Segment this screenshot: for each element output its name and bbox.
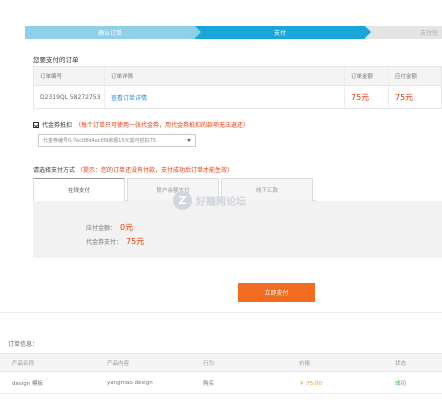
payment-method-label: 请选择支付方式 [33,167,76,174]
header-status: 状态 [395,360,407,367]
header-order-no: 订单编号 [40,74,63,80]
order-table-header: 订单编号 订单详情 订单金额 应付金额 [34,67,441,86]
step-payment: 支付 [195,26,371,39]
voucher-pay-row: 代金券支付： 75元 [86,236,144,247]
payment-method-note: （提示：您的订单还没有付款，支付成功后订单才能生效） [76,167,233,174]
watermark-logo-icon: Z [173,191,192,210]
voucher-pay-label: 代金券支付： [86,239,123,246]
order-section-title: 您要支付的订单 [33,56,79,64]
watermark-text: 好赚网论坛 [196,197,246,208]
step-confirm-order: 确认订单 [25,26,201,39]
header-price: 价格 [299,360,311,367]
step-label: 确认订单 [97,30,122,37]
voucher-note: （每个订单只可使用一张代金券，用代金券抵扣的款项无法退还） [75,122,250,129]
header-payable: 应付金额 [388,67,441,85]
divider [0,312,442,313]
order-info-header: 产品名称 产品内容 行为 价格 状态 [0,353,442,372]
chevron-down-icon [187,139,191,142]
voucher-selected-value: 代金券编号0-7ec08d4ec0l9余额15元需可抵扣75 [43,138,157,144]
payable-label: 应付金额： [86,225,117,232]
header-product-content: 产品内容 [107,360,130,367]
order-table: 订单编号 订单详情 订单金额 应付金额 D2319QL 58272753 查看订… [33,66,442,109]
pay-now-button[interactable]: 立即支付 [238,283,315,302]
watermark: Z 好赚网论坛 [173,191,246,210]
header-product-name: 产品名称 [12,360,35,367]
payable-row: 应付金额： 0元 [86,222,133,233]
order-amount: 75元 [351,92,370,102]
step-arrow [195,26,201,38]
tab-online-pay[interactable]: 在线支付 [33,178,125,201]
voucher-label: 代金券抵扣 [42,122,73,129]
product-action: 购买 [203,380,215,387]
payable-amount: 75元 [395,92,414,102]
header-order-detail: 订单详情 [104,67,344,85]
checkout-steps: 确认订单 支付 支付完 [25,26,442,39]
table-row: D2319QL 58272753 查看订单详情 75元 75元 [34,86,441,108]
payable-value: 0元 [120,223,134,232]
step-arrow [365,26,371,38]
product-price: ￥ 75.00 [299,380,322,387]
order-info-title: 订单信息： [8,341,39,348]
order-detail-link[interactable]: 查看订单详情 [111,93,147,102]
step-label: 支付完 [419,30,438,37]
voucher-line: 代金券抵扣 （每个订单只可使用一张代金券，用代金券抵扣的款项无法退还） [33,120,249,129]
step-label: 支付 [273,30,286,37]
header-order-amount: 订单金额 [344,67,388,85]
step-payment-done: 支付完 [365,26,442,39]
payment-method-line: 请选择支付方式 （提示：您的订单还没有付款，支付成功后订单才能生效） [33,165,233,174]
product-name: design 模板 [12,380,43,387]
table-row: design 模板 yangmao design 购买 ￥ 75.00 成功 [0,372,442,394]
product-content: yangmao design [107,379,153,386]
voucher-pay-value: 75元 [126,237,145,246]
order-no: D2319QL 58272753 [40,93,101,101]
voucher-checkbox[interactable] [33,121,39,128]
status-badge: 成功 [395,380,407,387]
voucher-select[interactable]: 代金券编号0-7ec08d4ec0l9余额15元需可抵扣75 [38,134,196,147]
header-action: 行为 [203,360,215,367]
